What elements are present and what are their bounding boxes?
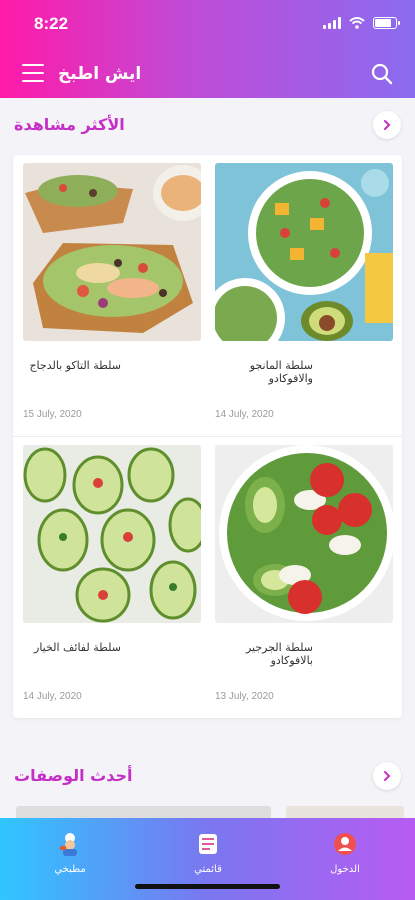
app-header: 8:22 ايش اطبخ [0, 0, 415, 98]
app-title: ايش اطبخ [58, 64, 142, 84]
recipe-date: 14 July, 2020 [215, 409, 274, 420]
recipe-image [215, 445, 393, 623]
recipe-card[interactable]: سلطة المانجو والافوكادو 14 July, 2020 [215, 163, 393, 431]
recipe-card[interactable]: سلطة لفائف الخيار 14 July, 2020 [23, 445, 201, 713]
recipe-image [215, 163, 393, 341]
recipe-name: سلطة لفائف الخيار [34, 641, 121, 654]
menu-icon[interactable] [22, 64, 44, 82]
recipe-name: سلطة الجرجير بالافوكادو [245, 641, 313, 667]
status-bar: 8:22 [0, 14, 415, 36]
chevron-right-icon [384, 771, 391, 781]
user-icon [334, 833, 356, 855]
home-indicator [135, 884, 280, 889]
nav-item-my-list[interactable]: قائمتي [173, 832, 243, 875]
list-icon [199, 834, 217, 854]
divider [13, 436, 402, 437]
section-title: الأكثر مشاهدة [14, 115, 125, 134]
nav-label: قائمتي [194, 864, 222, 875]
wifi-icon [349, 17, 365, 29]
status-time: 8:22 [34, 14, 69, 33]
system-icons [323, 17, 400, 29]
app-bar: ايش اطبخ [0, 60, 415, 90]
recipe-image [23, 445, 201, 623]
nav-label: مطبخي [54, 864, 86, 875]
recipe-date: 13 July, 2020 [215, 691, 274, 702]
more-button[interactable] [373, 762, 401, 790]
recipe-name: سلطة المانجو والافوكادو [249, 359, 313, 385]
recipe-name: سلطة التاكو بالدجاج [29, 359, 121, 372]
chevron-right-icon [384, 120, 391, 130]
latest-recipe-card-peek[interactable] [286, 806, 404, 818]
nav-item-login[interactable]: الدخول [310, 832, 380, 875]
nav-item-my-kitchen[interactable]: مطبخي [35, 832, 105, 875]
most-viewed-grid: سلطة التاكو بالدجاج 15 July, 2020 سلطة ا… [13, 155, 402, 718]
latest-recipes-header: أحدث الوصفات [0, 762, 415, 792]
recipe-card[interactable]: سلطة الجرجير بالافوكادو 13 July, 2020 [215, 445, 393, 713]
recipe-image [23, 163, 201, 341]
recipe-date: 14 July, 2020 [23, 691, 82, 702]
search-icon[interactable] [371, 63, 393, 85]
section-title: أحدث الوصفات [14, 766, 133, 785]
battery-icon [373, 17, 400, 29]
recipe-date: 15 July, 2020 [23, 409, 82, 420]
more-button[interactable] [373, 111, 401, 139]
latest-recipe-card-peek[interactable] [16, 806, 271, 818]
nav-label: الدخول [330, 864, 360, 875]
chef-icon [60, 833, 77, 856]
recipe-card[interactable]: سلطة التاكو بالدجاج 15 July, 2020 [23, 163, 201, 431]
signal-icon [323, 17, 341, 29]
most-viewed-header: الأكثر مشاهدة [0, 111, 415, 141]
